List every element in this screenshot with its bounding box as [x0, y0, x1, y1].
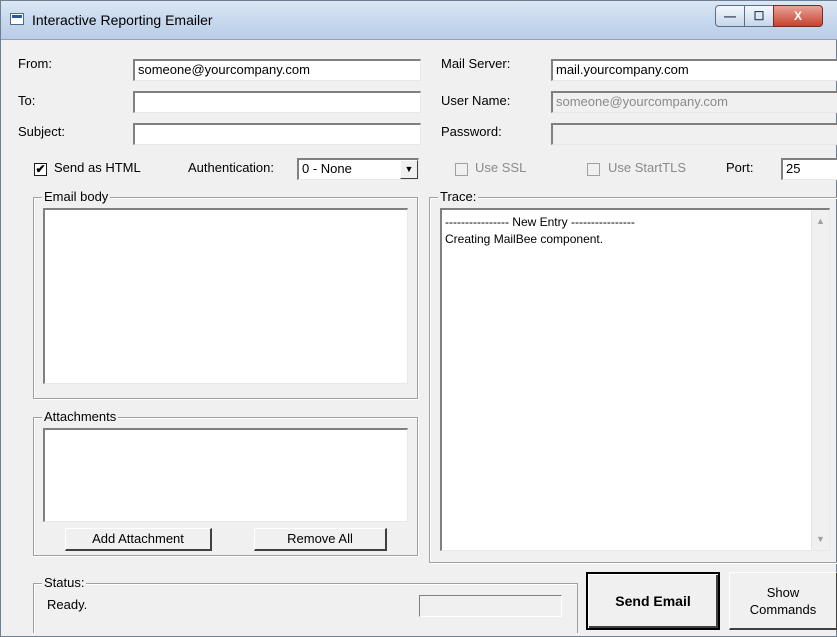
- to-field[interactable]: [133, 91, 421, 113]
- subject-label: Subject:: [18, 124, 65, 139]
- use-starttls-checkbox[interactable]: [587, 163, 600, 176]
- send-email-button[interactable]: Send Email: [586, 572, 720, 630]
- password-field[interactable]: [551, 123, 837, 145]
- app-window-icon: [10, 13, 24, 25]
- chevron-down-icon[interactable]: ▼: [400, 160, 418, 179]
- trace-scrollbar[interactable]: ▲ ▼: [811, 210, 829, 550]
- port-label: Port:: [726, 160, 754, 175]
- use-ssl-checkbox[interactable]: [455, 163, 468, 176]
- attachments-legend: Attachments: [42, 409, 119, 424]
- scroll-down-icon[interactable]: ▼: [816, 534, 825, 544]
- password-label: Password:: [441, 124, 502, 139]
- status-text: Ready.: [47, 597, 88, 612]
- from-field[interactable]: someone@yourcompany.com: [133, 59, 421, 81]
- authentication-select[interactable]: 0 - None ▼: [297, 158, 419, 180]
- authentication-value: 0 - None: [302, 161, 352, 176]
- trace-line: Creating MailBee component.: [445, 232, 604, 246]
- show-commands-button[interactable]: Show Commands: [729, 572, 837, 630]
- send-as-html-label[interactable]: Send as HTML: [54, 160, 141, 175]
- email-body-legend: Email body: [42, 189, 111, 204]
- from-label: From:: [18, 56, 52, 71]
- scroll-up-icon[interactable]: ▲: [816, 216, 825, 226]
- user-name-field[interactable]: someone@yourcompany.com: [551, 91, 837, 113]
- user-name-label: User Name:: [441, 93, 511, 108]
- trace-legend: Trace:: [438, 189, 479, 204]
- email-body-textarea[interactable]: [43, 208, 408, 384]
- use-ssl-label[interactable]: Use SSL: [475, 160, 526, 175]
- remove-all-button[interactable]: Remove All: [254, 528, 387, 551]
- close-button[interactable]: X: [773, 5, 823, 27]
- mail-server-field[interactable]: mail.yourcompany.com: [551, 59, 837, 81]
- show-commands-label-line2: Commands: [749, 602, 817, 617]
- minimize-button[interactable]: —: [715, 5, 745, 27]
- main-window: Interactive Reporting Emailer — ☐ X From…: [0, 0, 837, 637]
- trace-log[interactable]: ---------------- New Entry -------------…: [440, 208, 830, 551]
- add-attachment-button[interactable]: Add Attachment: [65, 528, 212, 551]
- subject-field[interactable]: [133, 123, 421, 145]
- send-as-html-checkbox[interactable]: ✔: [34, 163, 47, 176]
- status-legend: Status:: [42, 575, 87, 590]
- title-bar[interactable]: Interactive Reporting Emailer — ☐ X: [1, 1, 837, 40]
- use-starttls-label[interactable]: Use StartTLS: [608, 160, 686, 175]
- window-title: Interactive Reporting Emailer: [32, 12, 213, 28]
- authentication-label: Authentication:: [188, 160, 275, 175]
- maximize-button[interactable]: ☐: [744, 5, 774, 27]
- mail-server-label: Mail Server:: [441, 56, 511, 71]
- port-field[interactable]: 25: [781, 158, 837, 180]
- trace-line: ---------------- New Entry -------------…: [445, 215, 635, 229]
- to-label: To:: [18, 93, 36, 108]
- attachments-list[interactable]: [43, 428, 408, 522]
- progress-bar: [419, 595, 562, 617]
- show-commands-label-line1: Show: [766, 585, 800, 600]
